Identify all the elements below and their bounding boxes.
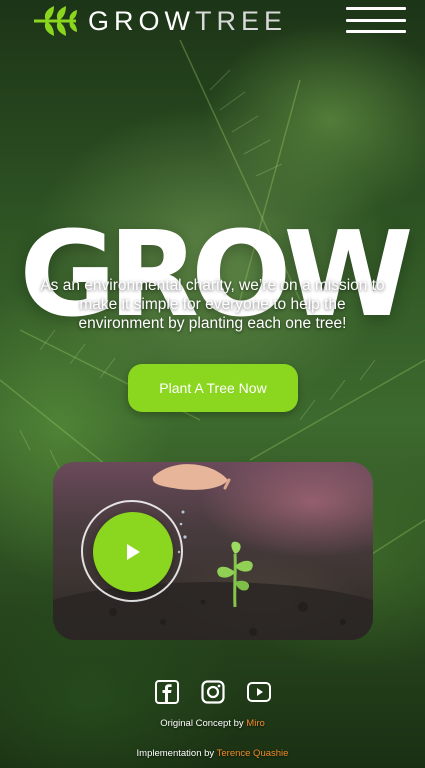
- concept-prefix: Original Concept by: [160, 718, 244, 729]
- play-icon: [127, 544, 140, 560]
- youtube-icon[interactable]: [246, 680, 271, 704]
- menu-bar: [346, 18, 406, 22]
- menu-bar: [346, 30, 406, 33]
- plant-tree-button[interactable]: Plant A Tree Now: [128, 364, 298, 412]
- hamburger-icon[interactable]: [346, 7, 406, 33]
- brand-name-tree: TREE: [195, 5, 288, 36]
- concept-link[interactable]: Miro: [246, 718, 264, 729]
- implementation-link[interactable]: Terence Quashie: [217, 748, 289, 759]
- concept-credit: Original Concept by Miro: [0, 718, 425, 729]
- top-nav: GROWTREE: [0, 0, 425, 42]
- video-card[interactable]: [53, 462, 373, 640]
- social-links: [0, 680, 425, 704]
- facebook-icon[interactable]: [154, 680, 179, 704]
- brand-name: GROWTREE: [88, 6, 287, 37]
- hero-description: As an environmental charity, we’re on a …: [40, 276, 385, 332]
- brand-name-grow: GROW: [88, 5, 195, 36]
- logo[interactable]: GROWTREE: [32, 4, 287, 38]
- implementation-prefix: Implementation by: [136, 748, 215, 759]
- play-button[interactable]: [93, 512, 173, 592]
- instagram-icon[interactable]: [200, 680, 225, 704]
- implementation-credit: Implementation by Terence Quashie: [0, 748, 425, 759]
- sprout-logo-icon: [34, 6, 77, 36]
- menu-bar: [346, 7, 406, 10]
